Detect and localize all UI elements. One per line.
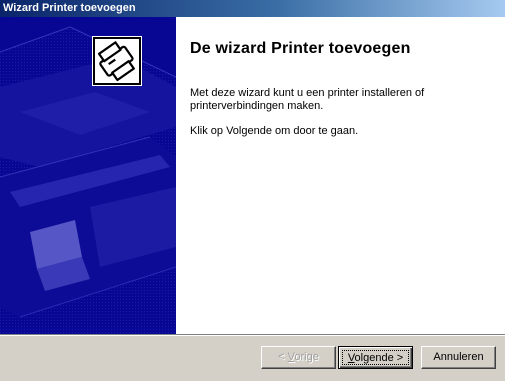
back-button[interactable]: < Vorige bbox=[261, 346, 336, 369]
wizard-banner bbox=[0, 17, 176, 334]
next-mnemonic: V bbox=[347, 352, 355, 364]
banner-printer-graphic bbox=[0, 17, 176, 334]
next-button[interactable]: Volgende > bbox=[338, 346, 413, 369]
wizard-instruction-text: Klik op Volgende om door te gaan. bbox=[190, 125, 359, 137]
back-prefix: < bbox=[278, 351, 288, 363]
title-bar[interactable]: Wizard Printer toevoegen bbox=[0, 0, 505, 17]
add-printer-wizard-window: Wizard Printer toevoegen De wizard Print… bbox=[0, 0, 505, 381]
wizard-intro-text: Met deze wizard kunt u een printer insta… bbox=[190, 87, 425, 112]
next-rest: olgende > bbox=[354, 352, 404, 364]
next-focus-rect: Volgende > bbox=[342, 350, 409, 365]
wizard-heading: De wizard Printer toevoegen bbox=[190, 40, 411, 57]
printer-wizard-icon bbox=[92, 36, 142, 86]
back-rest: orige bbox=[294, 351, 319, 363]
cancel-button[interactable]: Annuleren bbox=[421, 346, 496, 369]
window-title: Wizard Printer toevoegen bbox=[3, 2, 136, 14]
button-separator bbox=[0, 334, 505, 336]
wizard-content: De wizard Printer toevoegen Met deze wiz… bbox=[0, 17, 505, 334]
